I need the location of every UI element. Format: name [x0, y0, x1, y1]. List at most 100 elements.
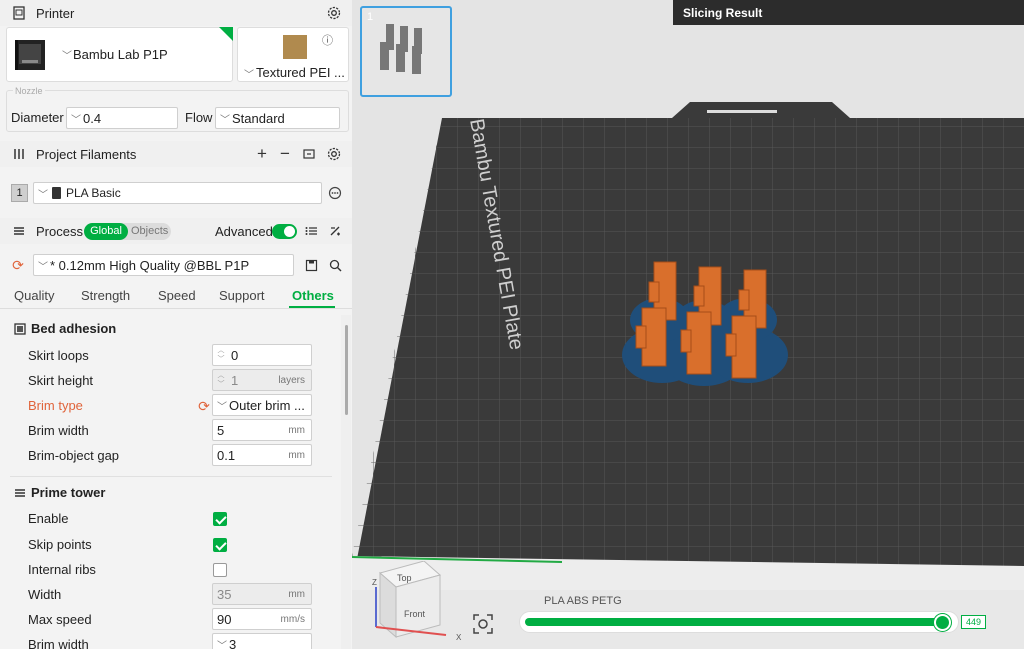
search-icon[interactable]: [326, 256, 344, 274]
skirt-height-input[interactable]: ︿ ﹀ 1 layers: [212, 369, 312, 391]
tower-brim-width-label: Brim width: [28, 637, 89, 649]
tower-width-value: 35: [217, 586, 232, 602]
layer-slider-fill: [525, 618, 945, 626]
settings-scrollbar[interactable]: [341, 315, 351, 649]
filament-name: PLA Basic: [66, 186, 121, 200]
build-plate-scene: Bambu Textured PEI Plate PLA ABS PETG: [352, 0, 1024, 649]
brim-type-select[interactable]: ﹀ Outer brim ...: [212, 394, 312, 416]
tab-quality[interactable]: Quality: [14, 288, 54, 303]
brim-width-label: Brim width: [28, 423, 89, 438]
max-speed-value: 90: [217, 611, 232, 627]
info-icon[interactable]: ⓘ: [322, 32, 333, 48]
skip-points-checkbox[interactable]: [213, 538, 227, 552]
diameter-select[interactable]: ﹀ 0.4: [66, 107, 178, 129]
enable-checkbox[interactable]: [213, 512, 227, 526]
printer-settings-gear-icon[interactable]: [325, 4, 343, 22]
printer-section-title: Printer: [36, 5, 75, 21]
tab-others[interactable]: Others: [292, 288, 334, 303]
filament-settings-gear-icon[interactable]: [325, 145, 343, 163]
process-layers-icon: [10, 222, 28, 240]
tab-strength[interactable]: Strength: [81, 288, 130, 303]
printer-section-header: Printer: [0, 0, 352, 26]
prime-tower-title: Prime tower: [31, 485, 106, 500]
global-objects-toggle[interactable]: Global Objects: [84, 223, 171, 240]
bed-adhesion-icon: [11, 320, 29, 338]
brim-width-input[interactable]: 5 mm: [212, 419, 312, 441]
layer-number-badge: 449: [961, 615, 986, 629]
camera-focus-icon[interactable]: [471, 612, 495, 636]
diameter-label: Diameter: [11, 110, 64, 125]
sync-filament-icon[interactable]: [300, 145, 318, 163]
tower-brim-width-select[interactable]: ﹀ 3: [212, 633, 312, 649]
internal-ribs-label: Internal ribs: [28, 562, 96, 577]
printer-selector[interactable]: ﹀ Bambu Lab P1P: [6, 27, 233, 82]
max-speed-input[interactable]: 90 mm/s: [212, 608, 312, 630]
objects-toggle-option[interactable]: Objects: [131, 225, 168, 237]
skirt-height-label: Skirt height: [28, 373, 94, 388]
global-toggle-option[interactable]: Global: [84, 223, 128, 240]
view-cube-front-face[interactable]: Front: [404, 609, 425, 619]
3d-viewport[interactable]: Bambu Textured PEI Plate PLA ABS PETG 1 …: [352, 0, 1024, 649]
tower-width-label: Width: [28, 587, 62, 602]
advanced-label: Advanced: [215, 224, 273, 239]
process-section-title: Process: [36, 223, 83, 239]
remove-filament-minus-icon[interactable]: −: [276, 144, 294, 163]
bed-adhesion-title: Bed adhesion: [31, 321, 117, 336]
brim-object-gap-input[interactable]: 0.1 mm: [212, 444, 312, 466]
brim-object-gap-label: Brim-object gap: [28, 448, 120, 463]
slicing-result-panel[interactable]: Slicing Result: [673, 0, 1024, 25]
filaments-section-header: Project Filaments + −: [0, 141, 352, 167]
tower-width-input[interactable]: 35 mm: [212, 583, 312, 605]
tab-speed[interactable]: Speed: [158, 288, 196, 303]
skirt-height-value: 1: [231, 372, 239, 388]
advanced-switch[interactable]: [272, 224, 297, 239]
max-speed-label: Max speed: [28, 612, 92, 627]
printer-icon: [10, 4, 28, 22]
filament-icon: [10, 145, 28, 163]
selected-corner-badge: [219, 27, 233, 41]
flow-label: Flow: [185, 110, 213, 125]
reset-brim-type-icon[interactable]: ⟳: [195, 397, 213, 415]
brim-width-unit: mm: [288, 424, 305, 436]
compare-presets-icon[interactable]: [326, 222, 344, 240]
section-divider: [10, 476, 332, 477]
skirt-loops-value: 0: [231, 347, 239, 363]
view-cube[interactable]: Top Front Z X: [368, 561, 461, 642]
skirt-height-unit: layers: [278, 374, 305, 386]
brim-width-value: 5: [217, 422, 225, 438]
printer-thumbnail: [13, 38, 47, 72]
layer-slider-thumb[interactable]: [934, 614, 951, 631]
tower-width-unit: mm: [288, 588, 305, 600]
process-tabs: Quality Strength Speed Support Others: [0, 281, 352, 309]
process-preset-select[interactable]: ﹀ * 0.12mm High Quality @BBL P1P: [33, 254, 294, 276]
save-preset-icon[interactable]: [302, 256, 320, 274]
internal-ribs-checkbox[interactable]: [213, 563, 227, 577]
process-section-header: Process: [0, 218, 352, 244]
process-preset-name: * 0.12mm High Quality @BBL P1P: [50, 257, 250, 273]
max-speed-unit: mm/s: [280, 613, 305, 625]
tab-support[interactable]: Support: [219, 288, 265, 303]
flow-select[interactable]: ﹀ Standard: [215, 107, 340, 129]
filaments-section-title: Project Filaments: [36, 146, 137, 162]
printer-model-label: Bambu Lab P1P: [73, 47, 168, 62]
skirt-loops-input[interactable]: ︿ ﹀ 0: [212, 344, 312, 366]
reset-preset-icon[interactable]: ⟳: [9, 256, 27, 274]
brim-object-gap-unit: mm: [288, 449, 305, 461]
nozzle-label: Nozzle: [13, 86, 45, 96]
filament-index-badge[interactable]: 1: [11, 184, 28, 202]
x-axis-label: X: [456, 633, 462, 642]
plate-type-selector[interactable]: ⓘ ﹀ Textured PEI ...: [237, 27, 349, 82]
filament-select[interactable]: ﹀ PLA Basic: [33, 182, 322, 204]
plate-thumbnail[interactable]: 1: [360, 6, 452, 97]
list-view-icon[interactable]: [302, 222, 320, 240]
view-cube-top-face[interactable]: Top: [397, 573, 412, 583]
active-tab-underline: [289, 306, 335, 308]
layer-slider[interactable]: [519, 611, 959, 633]
scrollbar-thumb[interactable]: [345, 325, 348, 415]
flow-value: Standard: [232, 110, 285, 126]
prime-tower-icon: [11, 484, 29, 502]
filament-options-icon[interactable]: [326, 184, 344, 202]
skip-points-label: Skip points: [28, 537, 92, 552]
brim-type-value: Outer brim ...: [229, 397, 305, 413]
add-filament-plus-icon[interactable]: +: [253, 144, 271, 163]
